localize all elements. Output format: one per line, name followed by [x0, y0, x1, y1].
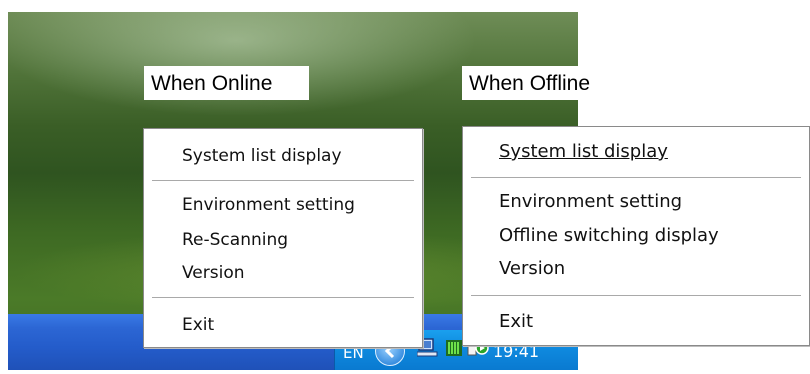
menu-item-label: Environment setting: [499, 191, 683, 212]
context-menu-offline: System list display Environment setting …: [462, 126, 810, 346]
menu-item-version[interactable]: Version: [463, 258, 809, 279]
menu-item-environment-setting[interactable]: Environment setting: [463, 191, 809, 212]
menu-item-exit[interactable]: Exit: [144, 315, 422, 335]
menu-item-offline-switching-display[interactable]: Offline switching display: [463, 225, 809, 246]
menu-item-environment-setting[interactable]: Environment setting: [144, 195, 422, 215]
menu-item-label: Offline switching display: [499, 225, 719, 246]
caption-when-online: When Online: [144, 66, 309, 100]
menu-item-label: Version: [499, 258, 566, 279]
menu-item-label: System list display: [499, 141, 668, 162]
menu-separator: [471, 295, 801, 296]
menu-item-re-scanning[interactable]: Re-Scanning: [144, 230, 422, 250]
menu-separator: [471, 177, 801, 178]
menu-separator: [152, 297, 414, 298]
menu-item-version[interactable]: Version: [144, 263, 422, 283]
green-bars-icon[interactable]: [445, 338, 463, 358]
context-menu-online: System list display Environment setting …: [143, 128, 423, 348]
menu-item-system-list-display[interactable]: System list display: [144, 146, 422, 166]
menu-item-label: Exit: [499, 311, 534, 332]
menu-item-exit[interactable]: Exit: [463, 311, 809, 332]
menu-separator: [152, 180, 414, 181]
caption-when-offline: When Offline: [462, 66, 625, 100]
menu-item-system-list-display[interactable]: System list display: [463, 141, 809, 162]
